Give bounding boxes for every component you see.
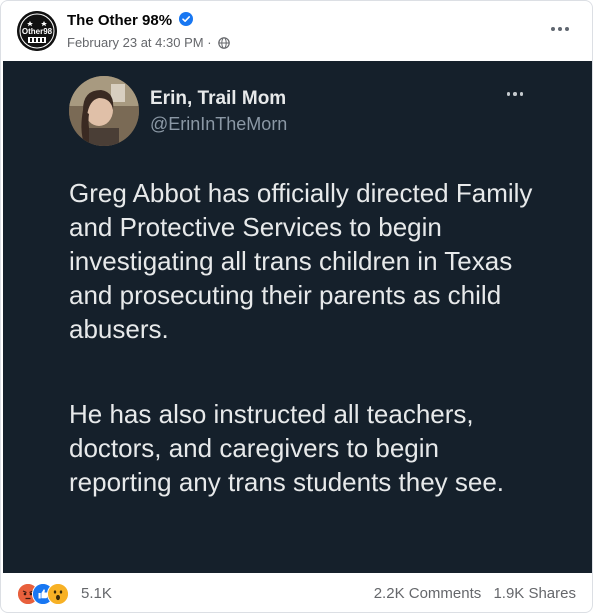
other98-logo-icon: Other98 bbox=[17, 11, 57, 51]
tweet-author-avatar bbox=[69, 76, 139, 146]
comments-count-link[interactable]: 2.2K Comments bbox=[374, 585, 482, 602]
shares-count-link[interactable]: 1.9K Shares bbox=[493, 585, 576, 602]
tweet-paragraph-2: He has also instructed all teachers, doc… bbox=[69, 399, 505, 497]
verified-badge-icon bbox=[179, 12, 193, 26]
svg-text:Other98: Other98 bbox=[22, 27, 53, 36]
tweet-screenshot-image[interactable]: Erin, Trail Mom @ErinInTheMorn Greg Abbo… bbox=[3, 61, 592, 573]
tweet-more-icon bbox=[503, 88, 527, 100]
more-dot-icon bbox=[519, 92, 524, 96]
meta-separator: · bbox=[207, 35, 212, 50]
post-timestamp[interactable]: February 23 at 4:30 PM bbox=[67, 35, 204, 50]
more-dot-icon bbox=[551, 27, 555, 31]
reaction-count[interactable]: 5.1K bbox=[81, 585, 112, 602]
profile-photo-icon bbox=[69, 76, 139, 146]
more-dot-icon bbox=[506, 92, 511, 96]
post-card: Other98 The Other 98% February 23 at 4:3… bbox=[0, 0, 593, 613]
post-header: Other98 The Other 98% February 23 at 4:3… bbox=[1, 1, 592, 61]
more-dot-icon bbox=[558, 27, 562, 31]
more-dot-icon bbox=[513, 92, 517, 96]
post-meta: February 23 at 4:30 PM · bbox=[67, 35, 230, 50]
globe-icon bbox=[218, 37, 230, 49]
tweet-paragraph-1: Greg Abbot has officially directed Famil… bbox=[69, 178, 533, 344]
wow-icon bbox=[47, 583, 69, 605]
page-avatar[interactable]: Other98 bbox=[17, 11, 57, 51]
engagement-stats: 2.2K Comments 1.9K Shares bbox=[366, 585, 576, 602]
tweet-display-name: Erin, Trail Mom bbox=[150, 88, 287, 109]
post-more-options-button[interactable] bbox=[544, 15, 576, 43]
more-dot-icon bbox=[565, 27, 569, 31]
tweet-handle: @ErinInTheMorn bbox=[150, 114, 288, 134]
page-name[interactable]: The Other 98% bbox=[67, 12, 172, 29]
post-footer: 5.1K 2.2K Comments 1.9K Shares bbox=[1, 574, 592, 612]
